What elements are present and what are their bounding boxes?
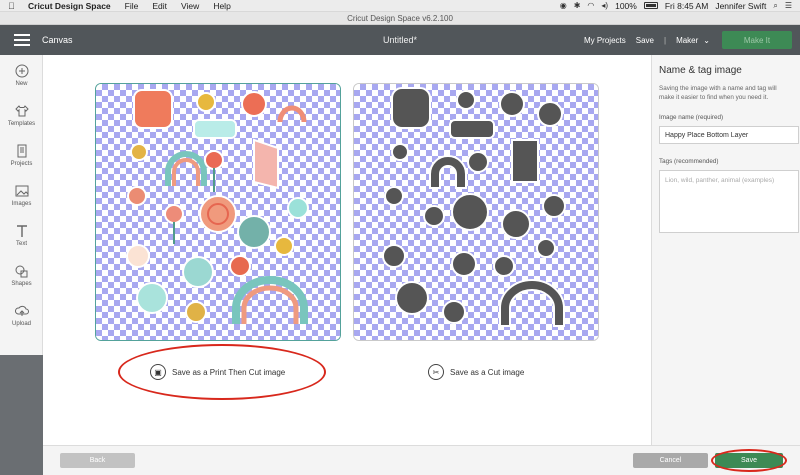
sidebar-label-new: New bbox=[15, 80, 28, 87]
shapes-icon bbox=[15, 264, 29, 278]
sidebar-label-shapes: Shapes bbox=[11, 280, 32, 287]
chevron-down-icon: ⌄ bbox=[703, 35, 710, 45]
sidebar-label-upload: Upload bbox=[11, 320, 31, 327]
sidebar-item-shapes[interactable]: Shapes bbox=[0, 255, 43, 295]
menu-edit[interactable]: Edit bbox=[152, 1, 167, 11]
header-save-link[interactable]: Save bbox=[636, 36, 654, 45]
search-icon[interactable]: ⌕ bbox=[773, 1, 777, 11]
image-icon bbox=[15, 184, 29, 198]
status-icon[interactable]: ◉ bbox=[560, 1, 567, 10]
machine-label: Maker bbox=[676, 35, 699, 45]
sidebar-background bbox=[0, 355, 43, 475]
menu-list-icon[interactable]: ☰ bbox=[785, 1, 792, 10]
sidebar-label-templates: Templates bbox=[7, 120, 36, 127]
text-icon bbox=[15, 224, 29, 238]
image-name-label: Image name (required) bbox=[659, 114, 724, 121]
tags-input[interactable] bbox=[659, 170, 799, 233]
battery-icon[interactable] bbox=[643, 2, 658, 9]
hamburger-menu-icon[interactable] bbox=[14, 34, 30, 46]
shirt-icon bbox=[14, 104, 29, 118]
sidebar-item-templates[interactable]: Templates bbox=[0, 95, 43, 135]
upload-icon bbox=[14, 304, 29, 318]
sidebar-item-upload[interactable]: Upload bbox=[0, 295, 43, 335]
menu-app-name[interactable]: Cricut Design Space bbox=[28, 1, 111, 11]
sidebar-item-images[interactable]: Images bbox=[0, 175, 43, 215]
menu-help[interactable]: Help bbox=[213, 1, 230, 11]
plus-icon bbox=[15, 64, 29, 78]
print-then-cut-artwork bbox=[126, 89, 309, 324]
apple-icon[interactable]:  bbox=[8, 1, 18, 11]
project-title: Untitled* bbox=[382, 35, 418, 45]
sidebar-item-new[interactable]: New bbox=[0, 55, 43, 95]
clock[interactable]: Fri 8:45 AM bbox=[665, 1, 708, 11]
panel-description: Saving the image with a name and tag wil… bbox=[659, 85, 777, 101]
cut-preview[interactable] bbox=[353, 83, 599, 341]
bluetooth-icon[interactable]: ✱ bbox=[574, 1, 581, 10]
battery-percent: 100% bbox=[615, 0, 637, 11]
cut-label: Save as a Cut image bbox=[450, 367, 525, 377]
image-name-input[interactable] bbox=[659, 126, 799, 144]
wifi-icon[interactable]: ◠ bbox=[587, 1, 594, 10]
mac-menu-bar:  Cricut Design Space File Edit View Hel… bbox=[0, 0, 800, 12]
sidebar-label-projects: Projects bbox=[10, 160, 33, 167]
cut-artwork bbox=[382, 87, 566, 327]
highlight-oval-print-then-cut bbox=[118, 344, 326, 400]
menu-view[interactable]: View bbox=[181, 1, 199, 11]
left-sidebar: New Templates Projects Images Text Shape… bbox=[0, 55, 43, 475]
highlight-oval-save bbox=[711, 449, 787, 472]
cancel-button[interactable]: Cancel bbox=[633, 453, 708, 468]
window-title: Cricut Design Space v6.2.100 bbox=[0, 12, 800, 25]
sidebar-item-text[interactable]: Text bbox=[0, 215, 43, 255]
user-name[interactable]: Jennifer Swift bbox=[715, 1, 766, 11]
make-it-button[interactable]: Make It bbox=[722, 31, 792, 49]
save-cut-option[interactable]: ✂ Save as a Cut image bbox=[428, 364, 524, 380]
machine-selector[interactable]: Maker ⌄ bbox=[676, 36, 710, 45]
section-label: Canvas bbox=[42, 35, 73, 45]
back-button[interactable]: Back bbox=[60, 453, 135, 468]
sidebar-item-projects[interactable]: Projects bbox=[0, 135, 43, 175]
sidebar-label-text: Text bbox=[15, 240, 27, 247]
name-tag-panel: Name & tag image Saving the image with a… bbox=[651, 55, 800, 445]
panel-title: Name & tag image bbox=[659, 65, 742, 76]
projects-icon bbox=[15, 144, 29, 158]
print-then-cut-preview[interactable] bbox=[95, 83, 341, 341]
scissors-icon: ✂ bbox=[428, 364, 444, 380]
app-header: Canvas Untitled* My Projects Save | Make… bbox=[0, 25, 800, 55]
tags-label: Tags (recommended) bbox=[659, 158, 719, 165]
my-projects-link[interactable]: My Projects bbox=[584, 36, 626, 45]
sidebar-label-images: Images bbox=[11, 200, 32, 207]
header-separator: | bbox=[663, 35, 667, 45]
volume-icon[interactable]: ◂) bbox=[601, 1, 608, 10]
menu-file[interactable]: File bbox=[125, 1, 139, 11]
